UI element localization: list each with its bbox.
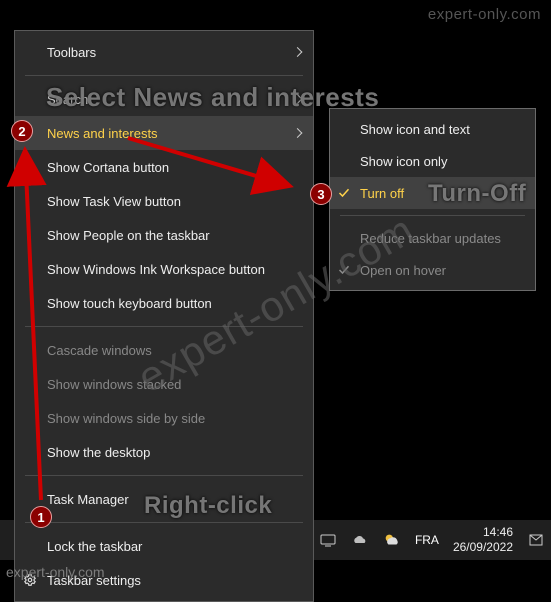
menu-item-label: Show Cortana button [47,160,169,175]
check-icon [338,264,350,276]
menu-item-label: Cascade windows [47,343,152,358]
menu-separator [340,215,525,216]
submenu-item-label: Reduce taskbar updates [360,231,501,246]
menu-item-label: Show the desktop [47,445,150,460]
tray-notification-icon[interactable] [527,531,545,549]
menu-item-news-interests[interactable]: News and interests [15,116,313,150]
menu-item-sidebyside[interactable]: Show windows side by side [15,401,313,435]
annotation-badge-3: 3 [310,183,332,205]
submenu-item-reduce-updates[interactable]: Reduce taskbar updates [330,222,535,254]
submenu-item-turn-off[interactable]: Turn off [330,177,535,209]
menu-item-label: Show Windows Ink Workspace button [47,262,265,277]
menu-item-label: News and interests [47,126,158,141]
menu-item-touch-keyboard[interactable]: Show touch keyboard button [15,286,313,320]
menu-item-search[interactable]: Search [15,82,313,116]
submenu-item-icon-text[interactable]: Show icon and text [330,113,535,145]
submenu-item-label: Open on hover [360,263,446,278]
taskbar-context-menu: Toolbars Search News and interests Show … [14,30,314,602]
menu-item-cortana[interactable]: Show Cortana button [15,150,313,184]
annotation-badge-2: 2 [11,120,33,142]
menu-item-toolbars[interactable]: Toolbars [15,35,313,69]
menu-item-label: Task Manager [47,492,129,507]
submenu-item-label: Show icon and text [360,122,470,137]
menu-item-ink[interactable]: Show Windows Ink Workspace button [15,252,313,286]
menu-item-label: Lock the taskbar [47,539,142,554]
tray-language[interactable]: FRA [415,533,439,547]
menu-separator [25,522,303,523]
menu-item-task-manager[interactable]: Task Manager [15,482,313,516]
tray-clock[interactable]: 14:46 26/09/2022 [453,525,513,555]
menu-separator [25,75,303,76]
submenu-item-icon-only[interactable]: Show icon only [330,145,535,177]
menu-item-cascade[interactable]: Cascade windows [15,333,313,367]
annotation-badge-1: 1 [30,506,52,528]
tray-date: 26/09/2022 [453,540,513,555]
news-interests-submenu: Show icon and text Show icon only Turn o… [329,108,536,291]
tray-weather-icon[interactable] [383,531,401,549]
menu-separator [25,326,303,327]
menu-item-label: Show People on the taskbar [47,228,210,243]
menu-item-task-view[interactable]: Show Task View button [15,184,313,218]
menu-item-label: Show touch keyboard button [47,296,212,311]
tray-monitor-icon[interactable] [319,531,337,549]
menu-item-label: Show windows side by side [47,411,205,426]
menu-item-lock-taskbar[interactable]: Lock the taskbar [15,529,313,563]
check-icon [338,187,350,199]
menu-item-stacked[interactable]: Show windows stacked [15,367,313,401]
submenu-item-label: Turn off [360,186,404,201]
menu-item-label: Toolbars [47,45,96,60]
menu-item-people[interactable]: Show People on the taskbar [15,218,313,252]
menu-item-label: Search [47,92,88,107]
menu-item-label: Show windows stacked [47,377,181,392]
tray-onedrive-icon[interactable] [351,531,369,549]
submenu-item-open-hover[interactable]: Open on hover [330,254,535,286]
menu-item-show-desktop[interactable]: Show the desktop [15,435,313,469]
menu-item-label: Show Task View button [47,194,181,209]
submenu-item-label: Show icon only [360,154,447,169]
watermark-bottom-left: expert-only.com [6,564,105,580]
watermark-top-right: expert-only.com [428,6,541,23]
tray-time: 14:46 [453,525,513,540]
menu-separator [25,475,303,476]
